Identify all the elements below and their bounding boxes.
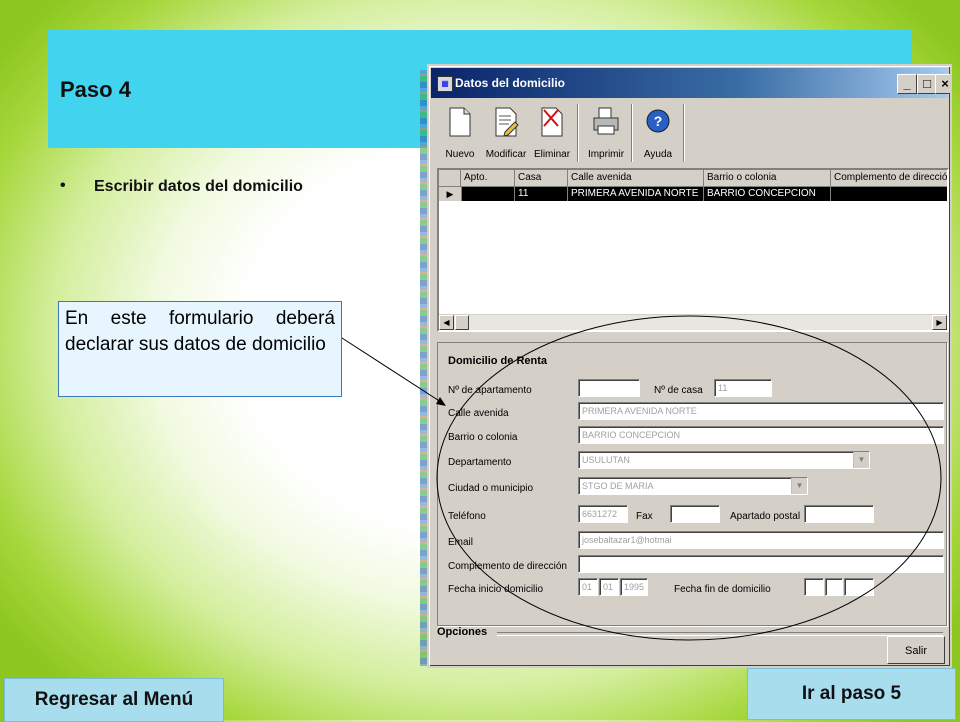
nuevo-button[interactable]: Nuevo xyxy=(437,104,483,162)
window-datos-domicilio: ▦ Datos del domicilio _ □ × Nuevo Modifi… xyxy=(427,64,952,668)
toolbar-separator xyxy=(683,104,685,162)
departamento-label: Departamento xyxy=(448,457,512,468)
salir-button[interactable]: Salir xyxy=(887,636,945,664)
barrio-label: Barrio o colonia xyxy=(448,432,518,443)
imprimir-button[interactable]: Imprimir xyxy=(583,104,629,162)
barrio-field[interactable]: BARRIO CONCEPCION xyxy=(578,426,944,444)
help-icon: ? xyxy=(646,109,670,133)
edit-document-icon xyxy=(495,107,519,137)
row-indicator-icon: ▶ xyxy=(439,187,462,201)
apartado-label: Apartado postal xyxy=(730,511,801,522)
column-header[interactable]: Casa xyxy=(515,170,568,186)
slide: Paso 4 • Escribir datos del domicilio En… xyxy=(0,0,960,722)
svg-text:?: ? xyxy=(654,113,663,129)
calle-label: Calle avenida xyxy=(448,408,509,419)
departamento-select[interactable]: USULUTAN ▼ xyxy=(578,451,870,469)
modificar-button[interactable]: Modificar xyxy=(483,104,529,162)
fax-label: Fax xyxy=(636,511,653,522)
scroll-left-icon[interactable]: ◀ xyxy=(439,315,454,330)
table-row[interactable]: ▶ 11 PRIMERA AVENIDA NORTE BARRIO CONCEP… xyxy=(439,187,947,201)
close-button[interactable]: × xyxy=(935,74,950,94)
fecha-fin-month[interactable] xyxy=(825,578,843,596)
window-title: Datos del domicilio xyxy=(455,76,566,90)
window-titlebar[interactable]: ▦ Datos del domicilio _ □ × xyxy=(431,68,950,98)
fecha-inicio-month[interactable]: 01 xyxy=(599,578,619,596)
grid-corner xyxy=(439,170,461,186)
fecha-fin-label: Fecha fin de domicilio xyxy=(674,584,771,595)
departamento-value: USULUTAN xyxy=(582,455,630,465)
chevron-down-icon[interactable]: ▼ xyxy=(791,478,807,494)
casa-label: Nº de casa xyxy=(654,385,703,396)
table-cell[interactable]: 11 xyxy=(515,187,568,201)
ciudad-select[interactable]: STGO DE MARIA ▼ xyxy=(578,477,808,495)
new-document-icon xyxy=(449,107,471,137)
table-cell[interactable]: BARRIO CONCEPCION xyxy=(704,187,831,201)
imprimir-label: Imprimir xyxy=(587,149,625,160)
opciones-divider xyxy=(497,632,943,636)
page-title: Paso 4 xyxy=(60,77,131,102)
ir-paso-5-button[interactable]: Ir al paso 5 xyxy=(747,668,956,720)
calle-field[interactable]: PRIMERA AVENIDA NORTE xyxy=(578,402,944,420)
table-cell[interactable]: PRIMERA AVENIDA NORTE xyxy=(568,187,704,201)
minimize-button[interactable]: _ xyxy=(897,74,917,94)
window-shadow-edge xyxy=(420,70,427,666)
delete-document-icon xyxy=(541,107,563,137)
chevron-down-icon[interactable]: ▼ xyxy=(853,452,869,468)
telefono-label: Teléfono xyxy=(448,511,486,522)
casa-field[interactable]: 11 xyxy=(714,379,772,397)
ayuda-button[interactable]: ? Ayuda xyxy=(635,104,681,162)
opciones-label: Opciones xyxy=(437,626,488,638)
callout-box: En este formulario deberá declarar sus d… xyxy=(58,301,342,397)
telefono-field[interactable]: 6631272 xyxy=(578,505,628,523)
ciudad-value: STGO DE MARIA xyxy=(582,481,654,491)
ciudad-label: Ciudad o municipio xyxy=(448,483,534,494)
fax-field[interactable] xyxy=(670,505,720,523)
regresar-menu-button[interactable]: Regresar al Menú xyxy=(4,678,224,722)
bullet-dot-icon: • xyxy=(60,177,66,194)
bullet-text: Escribir datos del domicilio xyxy=(94,178,303,195)
maximize-button[interactable]: □ xyxy=(917,74,937,94)
scroll-right-icon[interactable]: ▶ xyxy=(932,315,947,330)
scroll-thumb[interactable] xyxy=(455,315,469,330)
grid-header: Apto. Casa Calle avenida Barrio o coloni… xyxy=(439,170,947,187)
domicilio-grid[interactable]: Apto. Casa Calle avenida Barrio o coloni… xyxy=(437,168,949,332)
table-cell[interactable] xyxy=(831,187,947,201)
column-header[interactable]: Apto. xyxy=(461,170,515,186)
horizontal-scrollbar[interactable]: ◀ ▶ xyxy=(439,314,947,330)
printer-icon xyxy=(593,107,619,135)
ayuda-label: Ayuda xyxy=(643,149,673,160)
fecha-fin-day[interactable] xyxy=(804,578,824,596)
complemento-label: Complemento de dirección xyxy=(448,561,567,572)
apartado-field[interactable] xyxy=(804,505,874,523)
fecha-inicio-label: Fecha inicio domicilio xyxy=(448,584,544,595)
eliminar-button[interactable]: Eliminar xyxy=(529,104,575,162)
column-header[interactable]: Barrio o colonia xyxy=(704,170,831,186)
fecha-inicio-year[interactable]: 1995 xyxy=(620,578,648,596)
section-title: Domicilio de Renta xyxy=(448,355,548,367)
domicilio-form: Domicilio de Renta Nº de apartamento Nº … xyxy=(437,342,947,626)
complemento-field[interactable] xyxy=(578,555,944,573)
fecha-fin-year[interactable] xyxy=(844,578,874,596)
table-cell[interactable] xyxy=(461,187,515,201)
app-icon: ▦ xyxy=(437,76,453,92)
column-header[interactable]: Calle avenida xyxy=(568,170,704,186)
fecha-inicio-day[interactable]: 01 xyxy=(578,578,598,596)
eliminar-label: Eliminar xyxy=(533,149,571,160)
email-field[interactable]: josebaltazar1@hotmai xyxy=(578,531,944,549)
column-header[interactable]: Complemento de dirección xyxy=(831,170,947,186)
apartamento-label: Nº de apartamento xyxy=(448,385,532,396)
apartamento-field[interactable] xyxy=(578,379,640,397)
email-label: Email xyxy=(448,537,474,548)
